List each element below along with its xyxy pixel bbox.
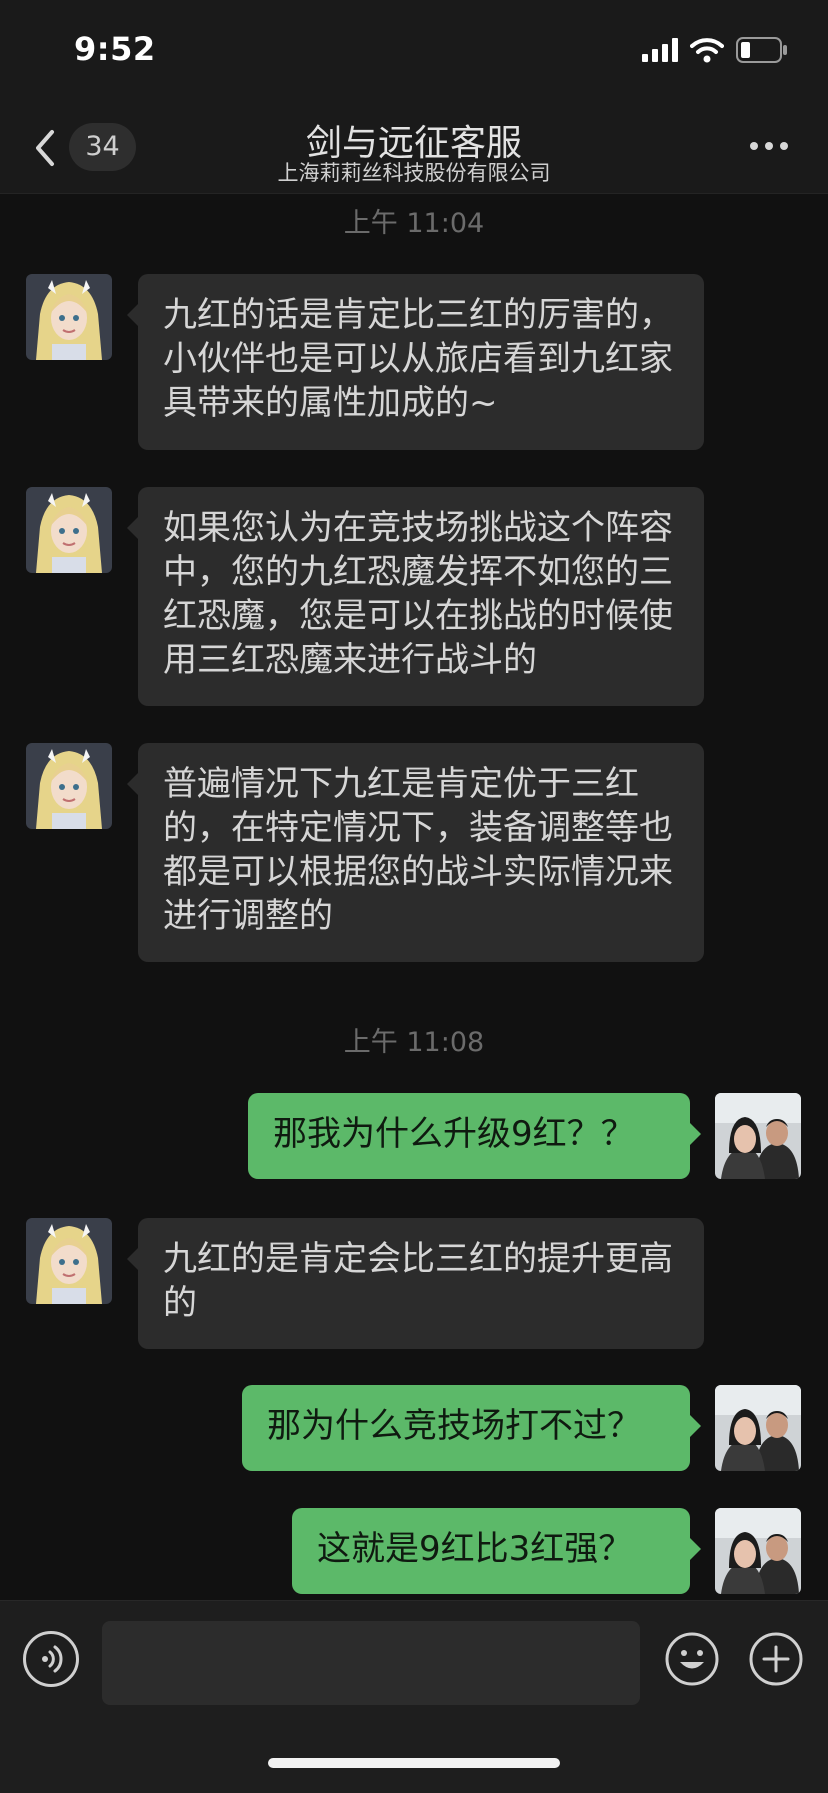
user-avatar[interactable] (715, 1093, 801, 1179)
agent-avatar[interactable] (26, 1218, 112, 1304)
outgoing-message: 那我为什么升级9红？？ (248, 1093, 701, 1179)
voice-icon[interactable] (23, 1631, 79, 1687)
agent-avatar[interactable] (26, 487, 112, 573)
incoming-message: 普遍情况下九红是肯定优于三红的，在特定情况下，装备调整等也都是可以根据您的战斗实… (127, 743, 704, 962)
chat-subtitle: 上海莉莉丝科技股份有限公司 (277, 161, 551, 185)
outgoing-message: 那为什么竞技场打不过？ (242, 1385, 701, 1471)
incoming-message: 九红的话是肯定比三红的厉害的，小伙伴也是可以从旅店看到九红家具带来的属性加成的~ (127, 274, 704, 450)
status-time: 9:52 (74, 30, 156, 68)
agent-avatar[interactable] (26, 274, 112, 360)
emoji-icon[interactable] (664, 1631, 720, 1687)
incoming-message: 九红的是肯定会比三红的提升更高的 (127, 1218, 704, 1349)
user-avatar[interactable] (715, 1385, 801, 1471)
chat-header: 34 剑与远征客服 上海莉莉丝科技股份有限公司 (0, 100, 828, 194)
timestamp: 上午 11:04 (343, 208, 485, 239)
battery-icon (736, 37, 788, 67)
message-input[interactable] (102, 1621, 640, 1705)
wifi-icon (690, 37, 724, 67)
incoming-message: 如果您认为在竞技场挑战这个阵容中，您的九红恐魔发挥不如您的三红恐魔，您是可以在挑… (127, 487, 704, 706)
outgoing-message: 这就是9红比3红强？ (292, 1508, 701, 1594)
status-bar: 9:52 (0, 0, 828, 100)
home-indicator[interactable] (268, 1758, 560, 1768)
agent-avatar[interactable] (26, 743, 112, 829)
plus-icon[interactable] (748, 1631, 804, 1687)
more-dots-icon[interactable] (750, 142, 788, 150)
timestamp: 上午 11:08 (343, 1027, 485, 1058)
user-avatar[interactable] (715, 1508, 801, 1594)
signal-icon (642, 38, 678, 66)
